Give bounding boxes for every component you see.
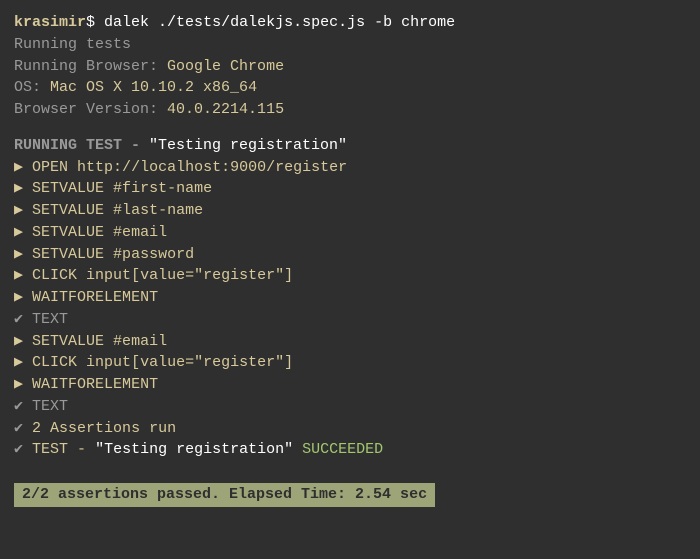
running-browser: Running Browser: Google Chrome — [14, 56, 686, 78]
running-tests: Running tests — [14, 34, 686, 56]
step-text: WAITFORELEMENT — [32, 376, 158, 393]
step-text: CLICK input[value="register"] — [32, 354, 293, 371]
arrow-icon: ▶ — [14, 246, 23, 263]
step-text: SETVALUE #last-name — [32, 202, 203, 219]
step-text: SETVALUE #email — [32, 224, 167, 241]
test-step: ✔ TEXT — [14, 396, 686, 418]
browser-version-line: Browser Version: 40.0.2214.115 — [14, 99, 686, 121]
test-step: ✔ TEXT — [14, 309, 686, 331]
running-test-label: RUNNING TEST - — [14, 137, 149, 154]
command: dalek ./tests/dalekjs.spec.js -b chrome — [104, 14, 455, 31]
terminal-output: krasimir$ dalek ./tests/dalekjs.spec.js … — [14, 12, 686, 507]
step-text: 2 Assertions run — [32, 420, 176, 437]
prompt-user: krasimir — [14, 14, 86, 31]
arrow-icon: ▶ — [14, 159, 23, 176]
step-text: SETVALUE #password — [32, 246, 194, 263]
test-steps: ▶ OPEN http://localhost:9000/register▶ S… — [14, 157, 686, 440]
test-step: ▶ SETVALUE #password — [14, 244, 686, 266]
os-line: OS: Mac OS X 10.10.2 x86_64 — [14, 77, 686, 99]
prompt-symbol: $ — [86, 14, 95, 31]
step-text: WAITFORELEMENT — [32, 289, 158, 306]
check-icon: ✔ — [14, 311, 23, 328]
step-text: SETVALUE #email — [32, 333, 167, 350]
test-step: ▶ WAITFORELEMENT — [14, 374, 686, 396]
test-step: ▶ SETVALUE #email — [14, 331, 686, 353]
arrow-icon: ▶ — [14, 267, 23, 284]
arrow-icon: ▶ — [14, 333, 23, 350]
browser-version-value: 40.0.2214.115 — [167, 101, 284, 118]
check-icon: ✔ — [14, 441, 23, 458]
browser-version-label: Browser Version: — [14, 101, 158, 118]
test-step: ▶ CLICK input[value="register"] — [14, 352, 686, 374]
test-result-line: ✔ TEST - "Testing registration" SUCCEEDE… — [14, 439, 686, 461]
test-step: ▶ SETVALUE #first-name — [14, 178, 686, 200]
arrow-icon: ▶ — [14, 376, 23, 393]
step-text: CLICK input[value="register"] — [32, 267, 293, 284]
step-text: SETVALUE #first-name — [32, 180, 212, 197]
step-text: TEXT — [32, 311, 68, 328]
check-icon: ✔ — [14, 398, 23, 415]
running-test-heading: RUNNING TEST - "Testing registration" — [14, 135, 686, 157]
summary-bar: 2/2 assertions passed. Elapsed Time: 2.5… — [14, 483, 435, 507]
running-browser-label: Running Browser: — [14, 58, 158, 75]
arrow-icon: ▶ — [14, 180, 23, 197]
test-step: ▶ SETVALUE #last-name — [14, 200, 686, 222]
test-step: ▶ SETVALUE #email — [14, 222, 686, 244]
test-result-name: "Testing registration" — [95, 441, 293, 458]
arrow-icon: ▶ — [14, 224, 23, 241]
running-browser-value: Google Chrome — [167, 58, 284, 75]
os-label: OS: — [14, 79, 41, 96]
test-status: SUCCEEDED — [302, 441, 383, 458]
test-result-label: TEST - — [32, 441, 95, 458]
test-step: ▶ CLICK input[value="register"] — [14, 265, 686, 287]
test-step: ▶ OPEN http://localhost:9000/register — [14, 157, 686, 179]
test-step: ▶ WAITFORELEMENT — [14, 287, 686, 309]
arrow-icon: ▶ — [14, 354, 23, 371]
arrow-icon: ▶ — [14, 289, 23, 306]
check-icon: ✔ — [14, 420, 23, 437]
test-name: "Testing registration" — [149, 137, 347, 154]
test-step: ✔ 2 Assertions run — [14, 418, 686, 440]
prompt-line: krasimir$ dalek ./tests/dalekjs.spec.js … — [14, 12, 686, 34]
os-value: Mac OS X 10.10.2 x86_64 — [50, 79, 257, 96]
step-text: TEXT — [32, 398, 68, 415]
arrow-icon: ▶ — [14, 202, 23, 219]
step-text: OPEN http://localhost:9000/register — [32, 159, 347, 176]
